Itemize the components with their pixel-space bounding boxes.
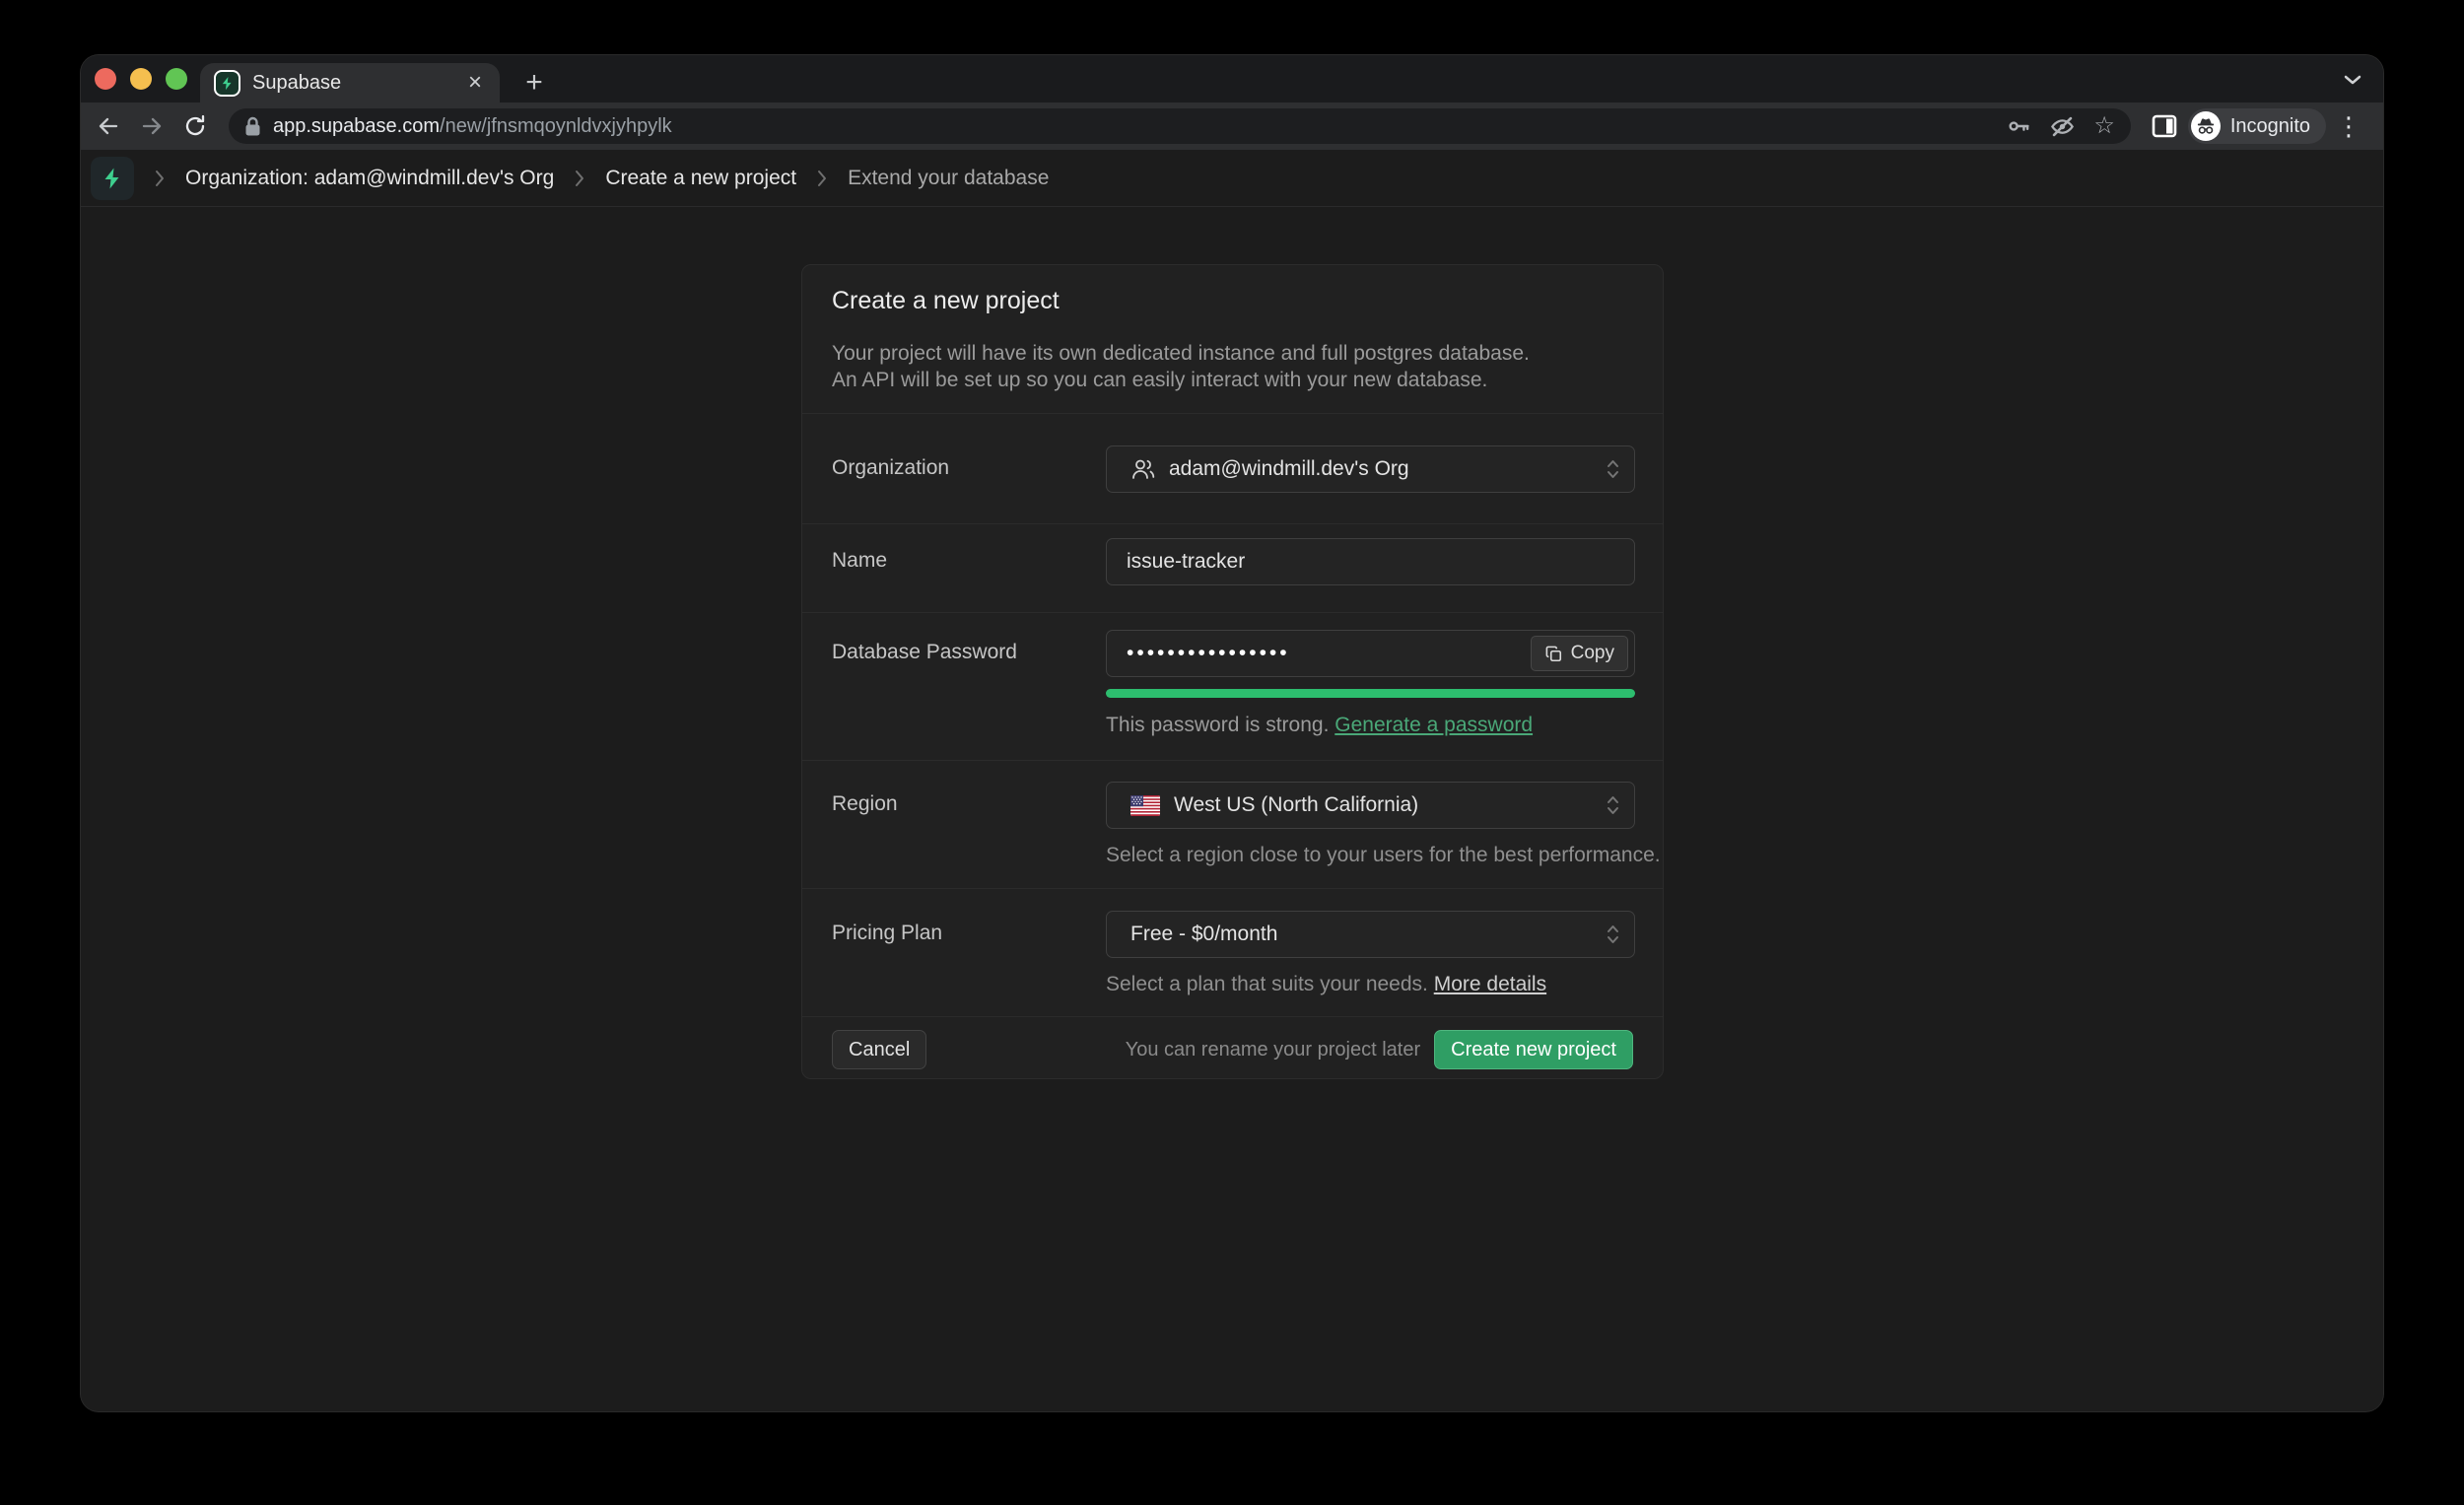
maximize-window-button[interactable] <box>166 68 187 90</box>
reload-button[interactable] <box>175 106 215 146</box>
section-divider <box>802 760 1663 761</box>
section-divider <box>802 1016 1663 1017</box>
create-project-card: Create a new project Your project will h… <box>801 264 1664 1079</box>
new-tab-button[interactable]: + <box>516 65 552 101</box>
window-controls <box>95 68 187 90</box>
desktop-background: Supabase × + app.supabase.c <box>0 0 2464 1505</box>
tab-close-icon[interactable]: × <box>464 69 486 97</box>
footer-right-group: You can rename your project later Create… <box>1126 1030 1633 1069</box>
region-helper-text: Select a region close to your users for … <box>1106 844 1661 867</box>
section-divider <box>802 888 1663 889</box>
incognito-label: Incognito <box>2230 115 2310 138</box>
omnibox-action-icons: ☆ <box>2006 113 2115 140</box>
organization-select[interactable]: adam@windmill.dev's Org <box>1106 445 1635 493</box>
breadcrumb-organization[interactable]: Organization: adam@windmill.dev's Org <box>185 167 554 190</box>
url-domain: app.supabase.com <box>273 115 440 137</box>
more-details-link[interactable]: More details <box>1434 973 1546 995</box>
app-header: Organization: adam@windmill.dev's Org Cr… <box>81 150 2383 207</box>
select-chevron-icon <box>1606 446 1620 492</box>
side-panel-icon[interactable] <box>2145 106 2184 146</box>
tab-title: Supabase <box>252 72 452 95</box>
breadcrumb-extend-database: Extend your database <box>848 167 1049 190</box>
browser-toolbar: app.supabase.com/new/jfnsmqoynldvxjyhpyl… <box>81 103 2383 150</box>
lock-icon <box>244 116 261 137</box>
generate-password-link[interactable]: Generate a password <box>1335 714 1533 736</box>
back-button[interactable] <box>89 106 128 146</box>
users-icon <box>1130 457 1156 481</box>
password-strength-row: This password is strong. Generate a pass… <box>1106 714 1533 737</box>
breadcrumb-create-project[interactable]: Create a new project <box>605 167 796 190</box>
organization-value: adam@windmill.dev's Org <box>1169 457 1409 481</box>
pricing-plan-label: Pricing Plan <box>832 922 942 945</box>
password-strength-bar <box>1106 689 1635 698</box>
section-divider <box>802 612 1663 613</box>
description-line-2: An API will be set up so you can easily … <box>832 367 1530 393</box>
url-path: /new/jfnsmqoynldvxjyhpylk <box>440 115 672 137</box>
eye-hidden-icon[interactable] <box>2049 113 2076 140</box>
database-password-label: Database Password <box>832 641 1017 664</box>
description-line-1: Your project will have its own dedicated… <box>832 340 1530 367</box>
incognito-icon <box>2191 111 2221 141</box>
region-label: Region <box>832 792 898 816</box>
select-chevron-icon <box>1606 783 1620 828</box>
organization-label: Organization <box>832 456 949 480</box>
region-select[interactable]: West US (North California) <box>1106 782 1635 829</box>
chevron-right-icon <box>816 170 828 187</box>
select-chevron-icon <box>1606 912 1620 957</box>
url-bar[interactable]: app.supabase.com/new/jfnsmqoynldvxjyhpyl… <box>229 108 2131 144</box>
cancel-button[interactable]: Cancel <box>832 1030 926 1069</box>
pricing-helper-row: Select a plan that suits your needs. Mor… <box>1106 973 1546 996</box>
forward-button[interactable] <box>132 106 171 146</box>
page-content: Create a new project Your project will h… <box>81 207 2383 1410</box>
password-masked-value: •••••••••••••••• <box>1127 642 1290 665</box>
section-divider <box>802 523 1663 524</box>
card-description: Your project will have its own dedicated… <box>832 340 1530 393</box>
project-name-value: issue-tracker <box>1127 550 1245 574</box>
supabase-logo[interactable] <box>91 157 134 200</box>
copy-password-button[interactable]: Copy <box>1531 636 1628 671</box>
copy-label: Copy <box>1571 643 1614 664</box>
browser-menu-icon[interactable]: ⋮ <box>2330 111 2367 142</box>
browser-tab-supabase[interactable]: Supabase × <box>200 63 500 103</box>
pricing-helper-text: Select a plan that suits your needs. <box>1106 973 1428 995</box>
minimize-window-button[interactable] <box>130 68 152 90</box>
region-value: West US (North California) <box>1174 793 1418 817</box>
rename-note: You can rename your project later <box>1126 1039 1420 1061</box>
page-title: Create a new project <box>832 287 1060 315</box>
url-text: app.supabase.com/new/jfnsmqoynldvxjyhpyl… <box>273 115 1994 138</box>
pricing-plan-select[interactable]: Free - $0/month <box>1106 911 1635 958</box>
name-label: Name <box>832 549 887 573</box>
tab-search-chevron-icon[interactable] <box>2340 67 2365 93</box>
chevron-right-icon <box>574 170 585 187</box>
card-footer: Cancel You can rename your project later… <box>802 1030 1663 1069</box>
bookmark-star-icon[interactable]: ☆ <box>2093 114 2115 138</box>
password-key-icon[interactable] <box>2006 113 2031 139</box>
section-divider <box>802 413 1663 414</box>
supabase-favicon-icon <box>214 70 240 97</box>
us-flag-icon <box>1130 795 1160 816</box>
close-window-button[interactable] <box>95 68 116 90</box>
pricing-plan-value: Free - $0/month <box>1130 923 1277 946</box>
tab-strip: Supabase × + <box>81 55 2383 103</box>
password-strength-text: This password is strong. <box>1106 714 1329 736</box>
chevron-right-icon <box>154 170 166 187</box>
browser-window: Supabase × + app.supabase.c <box>81 55 2383 1411</box>
incognito-badge: Incognito <box>2188 108 2326 144</box>
create-new-project-button[interactable]: Create new project <box>1434 1030 1633 1069</box>
project-name-input[interactable]: issue-tracker <box>1106 538 1635 585</box>
database-password-input[interactable]: •••••••••••••••• Copy <box>1106 630 1635 677</box>
